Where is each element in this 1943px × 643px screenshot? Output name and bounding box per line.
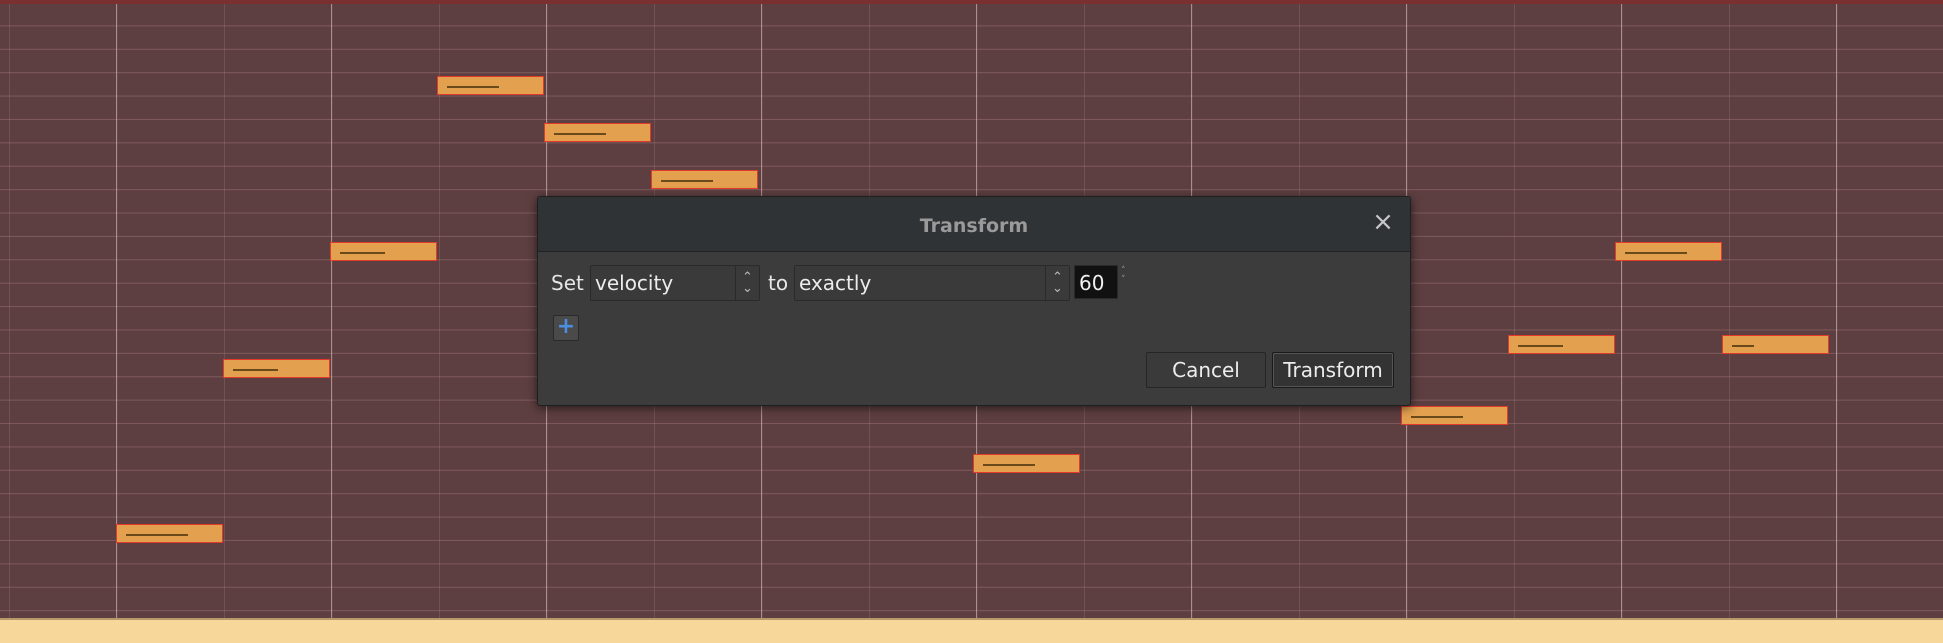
up-down-chevron-icon: ⌃ ⌄ (735, 266, 759, 300)
midi-note[interactable] (544, 123, 651, 142)
midi-note[interactable] (437, 76, 544, 95)
transform-dialog: Transform × Set velocity ⌃ ⌄ to exactly ⌃… (537, 196, 1411, 406)
midi-note[interactable] (1508, 335, 1615, 354)
property-select[interactable]: velocity ⌃ ⌄ (590, 265, 760, 301)
midi-note[interactable] (1401, 406, 1508, 425)
transform-button[interactable]: Transform (1272, 352, 1394, 388)
cancel-button[interactable]: Cancel (1146, 352, 1266, 388)
piano-roll-top-border (0, 0, 1943, 4)
up-down-chevron-icon: ⌃ ⌄ (1045, 266, 1069, 300)
operation-select[interactable]: exactly ⌃ ⌄ (794, 265, 1070, 301)
midi-note[interactable] (1615, 242, 1722, 261)
midi-note[interactable] (116, 524, 223, 543)
midi-note[interactable] (651, 170, 758, 189)
property-select-value: velocity (595, 271, 674, 295)
spin-arrows-icon[interactable]: ˄ ˅ (1121, 267, 1127, 295)
operation-select-value: exactly (799, 271, 872, 295)
midi-note[interactable] (330, 242, 437, 261)
to-label: to (768, 271, 789, 295)
midi-note[interactable] (1722, 335, 1829, 354)
set-label: Set (551, 271, 584, 295)
dialog-titlebar: Transform × (538, 197, 1410, 252)
velocity-lane-strip[interactable] (0, 618, 1943, 643)
plus-icon[interactable]: + (553, 315, 579, 341)
midi-note[interactable] (973, 454, 1080, 473)
midi-note[interactable] (223, 359, 330, 378)
dialog-title: Transform (919, 215, 1029, 237)
value-spinbox[interactable]: 60 (1074, 265, 1118, 299)
close-icon[interactable]: × (1370, 209, 1396, 235)
